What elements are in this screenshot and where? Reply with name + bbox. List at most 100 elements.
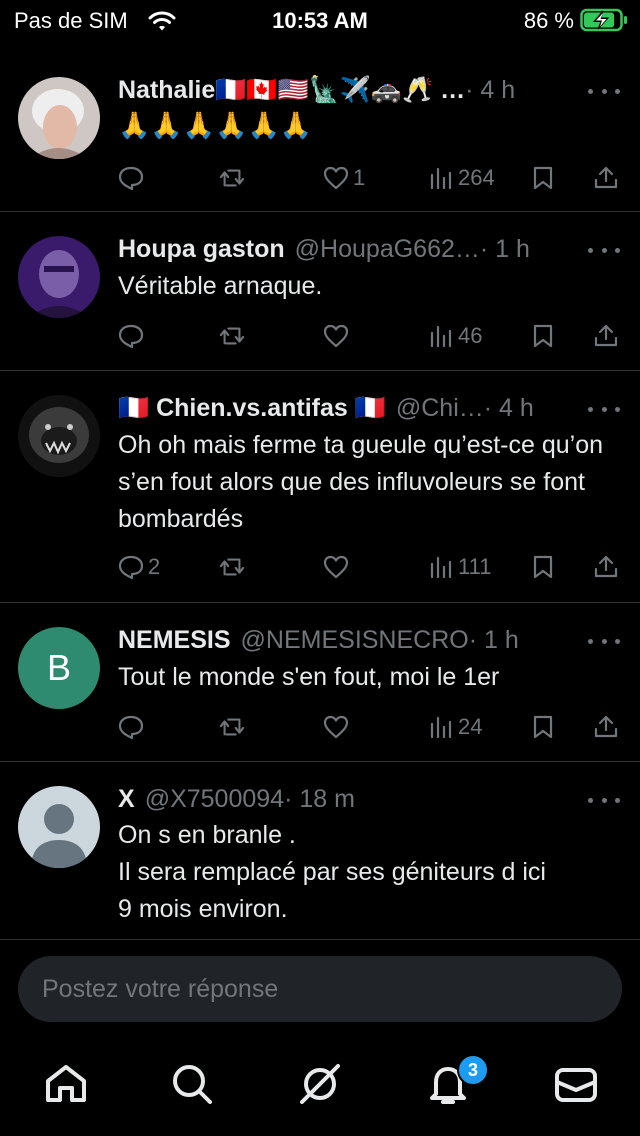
share-icon <box>594 166 618 189</box>
reply-button[interactable] <box>118 320 148 352</box>
tweet-text: On s en branle . Il sera remplacé par se… <box>118 817 616 928</box>
display-name[interactable]: Houpa gaston <box>118 235 285 264</box>
bookmark-icon <box>533 555 553 579</box>
reply-icon <box>118 166 144 191</box>
reply-count: 2 <box>148 554 161 579</box>
repost-icon <box>219 327 245 345</box>
avatar-photo <box>18 77 100 159</box>
avatar[interactable] <box>18 77 100 159</box>
tweet-reply[interactable]: X @X7500094 · 18 m On s en branle . Il s… <box>0 762 640 940</box>
more-options-icon[interactable] <box>588 79 620 103</box>
user-handle[interactable]: @X7500094 <box>145 785 284 814</box>
tweet-reply[interactable]: Nathalie🇫🇷🇨🇦🇺🇸🗽✈️🚓🥂 … · 4 h 🙏🙏🙏🙏🙏🙏 1 264 <box>0 53 640 212</box>
nav-home[interactable] <box>42 1060 90 1108</box>
like-button[interactable] <box>323 551 353 583</box>
views-count: 24 <box>458 714 483 739</box>
repost-button[interactable] <box>219 551 245 583</box>
like-button[interactable]: 1 <box>323 162 365 194</box>
like-button[interactable] <box>323 320 353 352</box>
tweet-text-line: 9 mois environ. <box>118 895 288 923</box>
views-count: 264 <box>458 165 495 190</box>
bookmark-button[interactable] <box>530 320 556 352</box>
tweet-text: Véritable arnaque. <box>118 272 323 300</box>
user-handle[interactable]: @Chi… <box>396 394 484 423</box>
more-options-icon[interactable] <box>588 238 620 262</box>
views-chart-icon <box>430 325 452 348</box>
nav-grok[interactable] <box>296 1060 344 1108</box>
reply-icon <box>118 324 144 349</box>
bookmark-button[interactable] <box>530 711 556 743</box>
bookmark-icon <box>533 715 553 739</box>
display-name[interactable]: Nathalie🇫🇷🇨🇦🇺🇸🗽✈️🚓🥂 … <box>118 76 465 105</box>
avatar[interactable]: B <box>18 627 100 709</box>
share-icon <box>594 324 618 347</box>
views-button[interactable]: 264 <box>428 162 495 194</box>
user-handle[interactable]: @NEMESISNECRO <box>241 626 469 655</box>
tweet-time[interactable]: · 1 h <box>469 626 519 655</box>
repost-button[interactable] <box>219 711 245 743</box>
views-count: 46 <box>458 323 483 348</box>
more-options-icon[interactable] <box>588 629 620 653</box>
reply-icon <box>118 715 144 740</box>
tweet-text-line: Il sera remplacé par ses géniteurs d ici <box>118 858 546 886</box>
more-options-icon[interactable] <box>588 397 620 421</box>
mail-icon <box>555 1068 597 1102</box>
bookmark-icon <box>533 166 553 190</box>
share-button[interactable] <box>593 320 619 352</box>
more-options-icon[interactable] <box>588 788 620 812</box>
nav-messages[interactable] <box>552 1060 600 1108</box>
share-icon <box>594 715 618 738</box>
reply-input[interactable]: Postez votre réponse <box>18 956 622 1022</box>
reply-placeholder: Postez votre réponse <box>42 975 279 1003</box>
battery-percent: 86 % <box>523 8 574 33</box>
share-button[interactable] <box>593 551 619 583</box>
display-name[interactable]: 🇫🇷 Chien.vs.antifas 🇫🇷 <box>118 394 386 423</box>
repost-icon <box>219 169 245 187</box>
tweet-reply[interactable]: Houpa gaston @HoupaG662… · 1 h Véritable… <box>0 212 640 371</box>
views-button[interactable]: 24 <box>428 711 482 743</box>
tweet-reply[interactable]: 🇫🇷 Chien.vs.antifas 🇫🇷 @Chi… · 4 h Oh oh… <box>0 371 640 603</box>
tweet-text: 🙏🙏🙏🙏🙏🙏 <box>118 110 313 140</box>
tweet-time[interactable]: · 4 h <box>465 76 515 105</box>
display-name[interactable]: NEMESIS <box>118 626 231 655</box>
search-icon <box>173 1065 212 1104</box>
views-button[interactable]: 111 <box>428 551 491 583</box>
bookmark-icon <box>533 324 553 348</box>
avatar-photo <box>18 236 100 318</box>
share-button[interactable] <box>593 711 619 743</box>
heart-icon <box>323 166 349 190</box>
heart-icon <box>323 715 349 739</box>
reply-button[interactable]: 2 <box>118 551 160 583</box>
display-name[interactable]: X <box>118 785 135 814</box>
tweet-reply[interactable]: B NEMESIS @NEMESISNECRO · 1 h Tout le mo… <box>0 603 640 762</box>
status-bar: Pas de SIM 10:53 AM 86 % <box>0 0 640 40</box>
avatar[interactable] <box>18 786 100 868</box>
default-avatar-icon <box>18 786 100 868</box>
repost-button[interactable] <box>219 320 245 352</box>
views-chart-icon <box>430 167 452 190</box>
avatar[interactable] <box>18 236 100 318</box>
repost-icon <box>219 718 245 736</box>
bookmark-button[interactable] <box>530 162 556 194</box>
reply-button[interactable] <box>118 711 148 743</box>
repost-icon <box>219 558 245 576</box>
tweet-time[interactable]: · 4 h <box>484 394 534 423</box>
reply-button[interactable] <box>118 162 148 194</box>
heart-icon <box>323 324 349 348</box>
share-icon <box>594 555 618 578</box>
tweet-time[interactable]: · 18 m <box>284 785 355 814</box>
share-button[interactable] <box>593 162 619 194</box>
views-chart-icon <box>430 556 452 579</box>
nav-search[interactable] <box>168 1060 216 1108</box>
repost-button[interactable] <box>219 162 245 194</box>
views-chart-icon <box>430 716 452 739</box>
tweet-time[interactable]: · 1 h <box>480 235 530 264</box>
like-count: 1 <box>353 165 366 190</box>
bookmark-button[interactable] <box>530 551 556 583</box>
user-handle[interactable]: @HoupaG662… <box>295 235 480 264</box>
views-button[interactable]: 46 <box>428 320 482 352</box>
like-button[interactable] <box>323 711 353 743</box>
avatar-photo <box>18 395 100 477</box>
heart-icon <box>323 555 349 579</box>
avatar[interactable] <box>18 395 100 477</box>
